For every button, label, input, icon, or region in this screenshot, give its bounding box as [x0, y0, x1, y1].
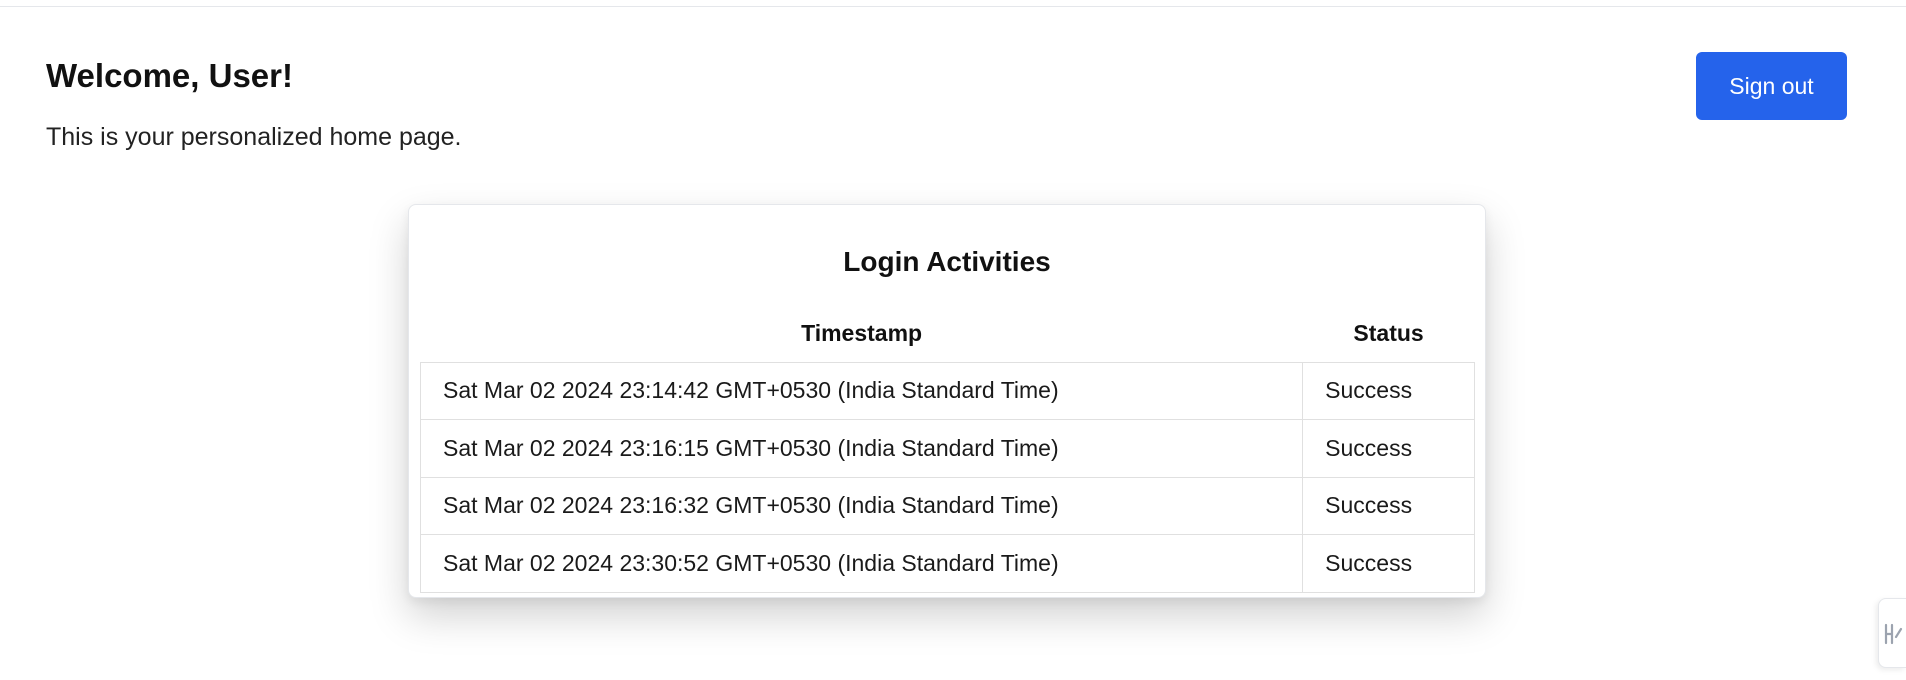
login-activities-card: Login Activities Timestamp Status Sat Ma… [408, 204, 1486, 598]
timestamp-cell: Sat Mar 02 2024 23:14:42 GMT+0530 (India… [419, 361, 1304, 420]
column-header-status: Status [1353, 320, 1424, 347]
page-title: Welcome, User! [46, 57, 293, 94]
table-row: Sat Mar 02 2024 23:30:52 GMT+0530 (India… [419, 534, 1475, 593]
sign-out-button[interactable]: Sign out [1696, 52, 1847, 120]
timestamp-cell: Sat Mar 02 2024 23:16:32 GMT+0530 (India… [419, 476, 1304, 535]
table-row: Sat Mar 02 2024 23:14:42 GMT+0530 (India… [419, 361, 1475, 420]
top-divider [0, 6, 1906, 7]
status-cell: Success [1302, 419, 1475, 478]
table-header-row: Timestamp Status [421, 306, 1475, 362]
login-activities-table: Timestamp Status Sat Mar 02 2024 23:14:4… [419, 306, 1475, 593]
page-subtitle: This is your personalized home page. [46, 123, 462, 151]
page-header: Welcome, User! This is your personalized… [46, 56, 462, 152]
table-row: Sat Mar 02 2024 23:16:32 GMT+0530 (India… [419, 476, 1475, 535]
status-cell: Success [1302, 534, 1475, 593]
table-row: Sat Mar 02 2024 23:16:15 GMT+0530 (India… [419, 419, 1475, 478]
column-header-timestamp: Timestamp [801, 320, 923, 347]
login-activities-title: Login Activities [843, 246, 1051, 277]
side-widget-tab[interactable] [1878, 598, 1906, 668]
status-cell: Success [1302, 476, 1475, 535]
timestamp-cell: Sat Mar 02 2024 23:16:15 GMT+0530 (India… [419, 419, 1304, 478]
timestamp-cell: Sat Mar 02 2024 23:30:52 GMT+0530 (India… [419, 534, 1304, 593]
status-cell: Success [1302, 361, 1475, 420]
